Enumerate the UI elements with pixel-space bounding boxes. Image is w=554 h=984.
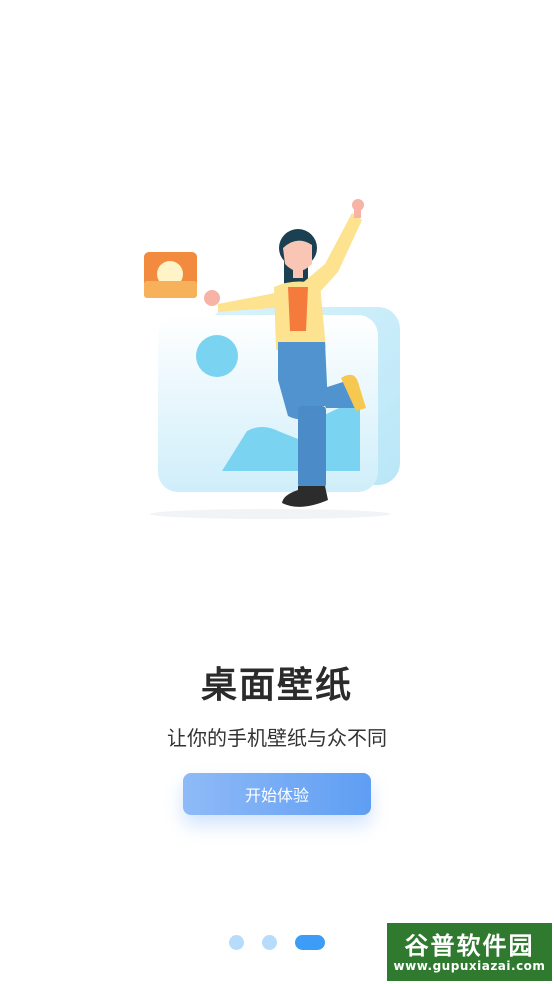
onboarding-screen: 桌面壁纸 让你的手机壁纸与众不同 开始体验 谷普软件园 www.gupuxiaz…	[0, 0, 554, 984]
page-title: 桌面壁纸	[200, 665, 353, 706]
watermark-badge: 谷普软件园 www.gupuxiazai.com	[387, 923, 552, 981]
page-dot-1[interactable]	[229, 934, 244, 950]
wallpaper-illustration	[139, 199, 400, 519]
page-dot-2[interactable]	[262, 934, 277, 950]
start-experience-button[interactable]: 开始体验	[183, 773, 371, 815]
page-subtitle: 让你的手机壁纸与众不同	[167, 726, 387, 750]
watermark-title: 谷普软件园	[404, 932, 535, 960]
page-indicator	[229, 934, 325, 950]
watermark-url: www.gupuxiazai.com	[393, 959, 546, 973]
page-dot-3-active[interactable]	[295, 934, 325, 950]
